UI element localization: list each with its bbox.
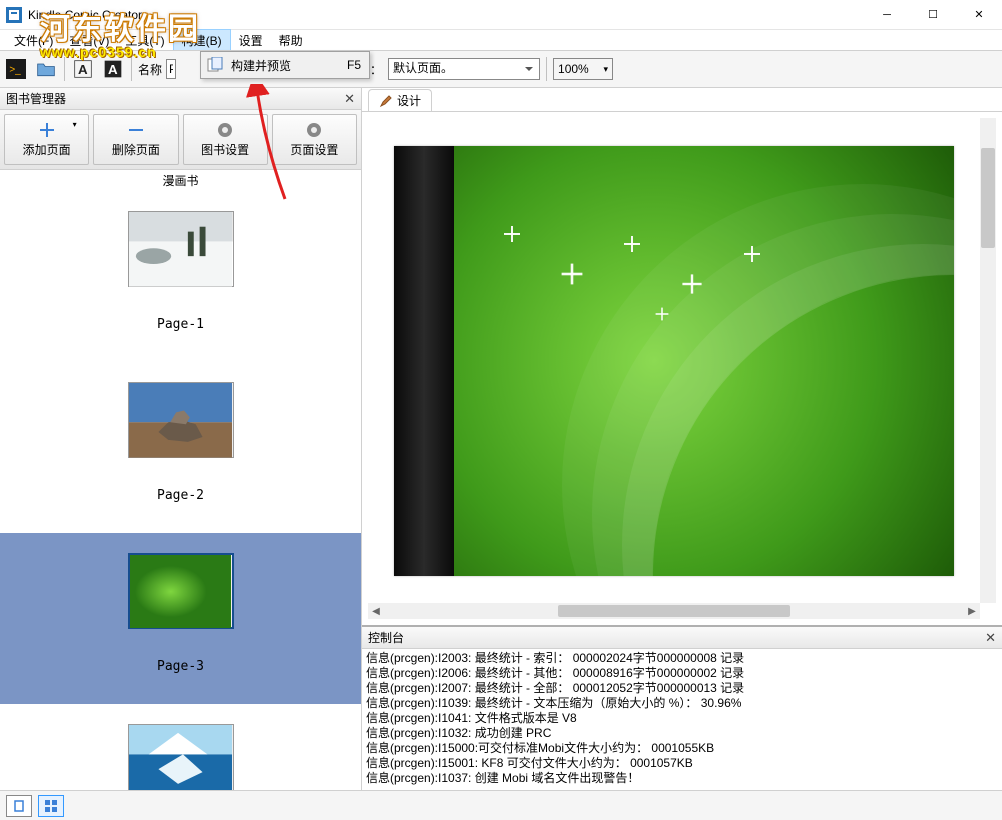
page-label: Page-3 bbox=[157, 659, 204, 674]
menu-help[interactable]: 帮助 bbox=[271, 30, 311, 51]
window-title: Kindle Comic Creator bbox=[28, 8, 142, 22]
console-pane: 控制台 ✕ 信息(prcgen):I2003: 最终统计 - 索引： 00000… bbox=[362, 625, 1002, 790]
svg-text:A: A bbox=[78, 62, 88, 77]
app-icon bbox=[6, 7, 22, 23]
page-item[interactable]: Page-1 bbox=[0, 191, 361, 362]
right-pane: 设计 ◀▶ bbox=[362, 88, 1002, 790]
delete-page-button[interactable]: 删除页面 bbox=[93, 114, 178, 165]
maximize-button[interactable]: ☐ bbox=[910, 0, 956, 29]
minus-icon bbox=[127, 121, 145, 139]
pane-close-icon[interactable]: ✕ bbox=[344, 91, 355, 107]
svg-text:>_: >_ bbox=[9, 64, 21, 75]
toolbar: >_ A A 名称 性： 默认页面。 100%▾ bbox=[0, 50, 1002, 88]
build-preview-item[interactable]: 构建并预览 F5 bbox=[201, 52, 369, 78]
horizontal-scrollbar[interactable]: ◀▶ bbox=[368, 603, 980, 619]
titlebar: Kindle Comic Creator ─ ☐ ✕ bbox=[0, 0, 1002, 30]
page-thumbnail bbox=[128, 382, 234, 458]
console-line: 信息(prcgen):I15001: KF8 可交付文件大小约为： 000105… bbox=[366, 756, 998, 771]
window-controls: ─ ☐ ✕ bbox=[864, 0, 1002, 29]
console-line: 信息(prcgen):I1039: 最终统计 - 文本压缩为（原始大小的 %）：… bbox=[366, 696, 998, 711]
name-input[interactable] bbox=[166, 59, 176, 79]
page-thumbnail bbox=[128, 211, 234, 287]
console-line: 信息(prcgen):I15000:可交付标准Mobi文件大小约为： 00010… bbox=[366, 741, 998, 756]
page-type-select[interactable]: 默认页面。 bbox=[388, 58, 540, 80]
plus-icon bbox=[38, 121, 56, 139]
name-label: 名称 bbox=[138, 61, 162, 78]
svg-text:A: A bbox=[108, 62, 118, 77]
book-manager-toolbar: 添加页面 ▾ 删除页面 图书设置 页面设置 bbox=[0, 110, 361, 170]
menu-file[interactable]: 文件(F) bbox=[6, 30, 61, 51]
page-label: Page-1 bbox=[157, 317, 204, 332]
brush-icon bbox=[379, 94, 393, 108]
console-line: 信息(prcgen):I1037: 创建 Mobi 域名文件出现警告！ bbox=[366, 771, 998, 786]
tool-text-a2-icon[interactable]: A bbox=[101, 57, 125, 81]
gear-icon bbox=[305, 121, 323, 139]
build-dropdown: 构建并预览 F5 bbox=[200, 51, 370, 79]
tool-console-icon[interactable]: >_ bbox=[4, 57, 28, 81]
console-line: 信息(prcgen):I2006: 最终统计 - 其他： 000008916字节… bbox=[366, 666, 998, 681]
tool-folder-icon[interactable] bbox=[34, 57, 58, 81]
zoom-select[interactable]: 100%▾ bbox=[553, 58, 613, 80]
page-settings-button[interactable]: 页面设置 bbox=[272, 114, 357, 165]
page-item[interactable]: Page-2 bbox=[0, 362, 361, 533]
build-icon bbox=[207, 57, 223, 73]
book-settings-button[interactable]: 图书设置 bbox=[183, 114, 268, 165]
console-line: 信息(prcgen):I2003: 最终统计 - 索引： 000002024字节… bbox=[366, 651, 998, 666]
menu-build[interactable]: 构建(B) bbox=[173, 29, 231, 52]
close-button[interactable]: ✕ bbox=[956, 0, 1002, 29]
statusbar bbox=[0, 790, 1002, 820]
console-line: 信息(prcgen):I2007: 最终统计 - 全部： 000012052字节… bbox=[366, 681, 998, 696]
section-label: 漫画书 bbox=[0, 170, 361, 191]
page-item[interactable] bbox=[0, 704, 361, 790]
tab-design[interactable]: 设计 bbox=[368, 89, 432, 111]
main-area: 图书管理器 ✕ 添加页面 ▾ 删除页面 图书设置 页面设置 漫画书 bbox=[0, 88, 1002, 790]
preview-area: ◀▶ bbox=[368, 118, 996, 619]
console-title: 控制台 ✕ bbox=[362, 627, 1002, 649]
minimize-button[interactable]: ─ bbox=[864, 0, 910, 29]
menu-view[interactable]: 查看(V) bbox=[61, 30, 117, 51]
console-output[interactable]: 信息(prcgen):I2003: 最终统计 - 索引： 000002024字节… bbox=[362, 649, 1002, 790]
tool-text-a-icon[interactable]: A bbox=[71, 57, 95, 81]
page-thumbnail bbox=[128, 553, 234, 629]
book-manager-title: 图书管理器 ✕ bbox=[0, 88, 361, 110]
name-field-group: 名称 bbox=[138, 59, 176, 79]
tab-row: 设计 bbox=[362, 88, 1002, 112]
preview-viewport[interactable] bbox=[368, 118, 980, 603]
menu-settings[interactable]: 设置 bbox=[231, 30, 271, 51]
add-page-button[interactable]: 添加页面 ▾ bbox=[4, 114, 89, 165]
console-line: 信息(prcgen):I1032: 成功创建 PRC bbox=[366, 726, 998, 741]
console-line: 信息(prcgen):I1041: 文件格式版本是 V8 bbox=[366, 711, 998, 726]
view-grid-button[interactable] bbox=[38, 795, 64, 817]
page-item[interactable]: Page-3 bbox=[0, 533, 361, 704]
page-label: Page-2 bbox=[157, 488, 204, 503]
page-thumbnail bbox=[128, 724, 234, 790]
menu-tools[interactable]: 工具(T) bbox=[117, 30, 172, 51]
page-thumbnail-list[interactable]: 漫画书 Page-1 Page-2 Page-3 bbox=[0, 170, 361, 790]
menubar: 文件(F) 查看(V) 工具(T) 构建(B) 设置 帮助 bbox=[0, 30, 1002, 50]
page-canvas bbox=[394, 146, 954, 576]
gear-icon bbox=[216, 121, 234, 139]
view-single-button[interactable] bbox=[6, 795, 32, 817]
vertical-scrollbar[interactable] bbox=[980, 118, 996, 603]
book-manager-pane: 图书管理器 ✕ 添加页面 ▾ 删除页面 图书设置 页面设置 漫画书 bbox=[0, 88, 362, 790]
pane-close-icon[interactable]: ✕ bbox=[985, 630, 996, 646]
